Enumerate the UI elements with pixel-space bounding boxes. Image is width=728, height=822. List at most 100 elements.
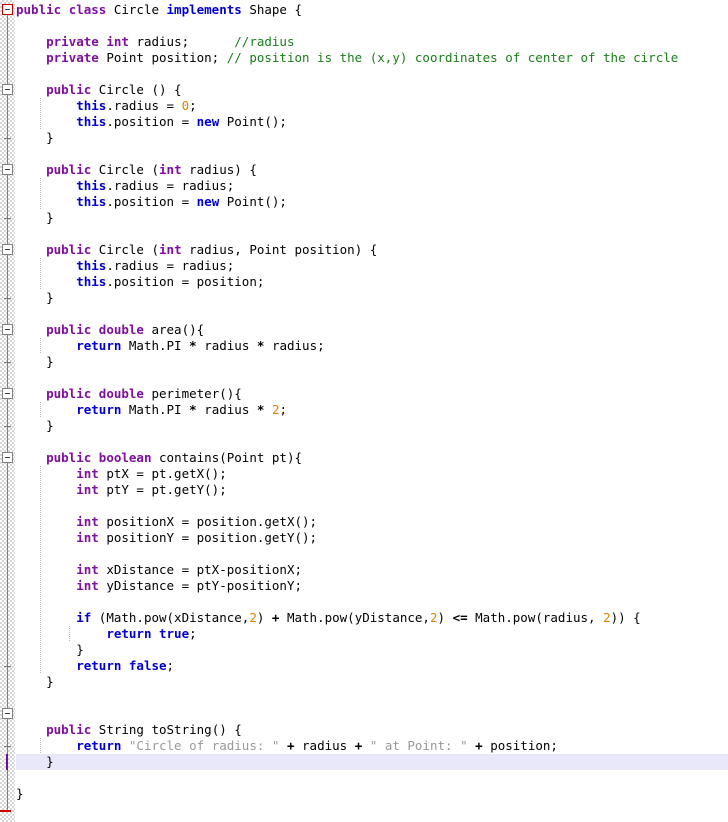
code-line[interactable]: } bbox=[16, 674, 54, 690]
code-token: Shape { bbox=[249, 2, 303, 17]
code-line[interactable]: return true; bbox=[16, 626, 197, 642]
code-line[interactable]: this.radius = 0; bbox=[16, 98, 196, 114]
fold-region-end-marker[interactable] bbox=[4, 138, 11, 139]
code-line[interactable]: int xDistance = ptX-positionX; bbox=[16, 562, 302, 578]
code-line[interactable]: public boolean contains(Point pt){ bbox=[16, 450, 302, 466]
code-token: radius; bbox=[271, 338, 325, 353]
code-line[interactable]: public Circle (int radius, Point positio… bbox=[16, 242, 377, 258]
code-token: <= bbox=[452, 610, 476, 625]
code-token: position; bbox=[490, 738, 558, 753]
code-line[interactable]: } bbox=[16, 754, 54, 770]
fold-region-end-marker[interactable] bbox=[4, 746, 11, 747]
code-token: } bbox=[16, 354, 54, 369]
code-token: ; bbox=[189, 626, 197, 641]
fold-toggle-icon[interactable] bbox=[2, 388, 13, 399]
code-line[interactable]: public String toString() { bbox=[16, 722, 242, 738]
code-token: (Math.pow(xDistance, bbox=[98, 610, 250, 625]
code-token: radius; bbox=[136, 34, 235, 49]
code-token: + bbox=[271, 610, 287, 625]
code-line[interactable]: public class Circle implements Shape { bbox=[16, 2, 302, 18]
code-line[interactable]: int ptY = pt.getY(); bbox=[16, 482, 227, 498]
fold-toggle-icon[interactable] bbox=[2, 244, 13, 255]
code-token: // position is the (x,y) coordinates of … bbox=[226, 50, 679, 65]
code-token: + bbox=[475, 738, 491, 753]
fold-toggle-icon[interactable] bbox=[2, 708, 13, 719]
code-token: radius bbox=[204, 402, 257, 417]
fold-region-end-marker[interactable] bbox=[4, 426, 11, 427]
code-token: return bbox=[76, 402, 129, 417]
code-line[interactable]: this.position = new Point(); bbox=[16, 194, 287, 210]
code-line[interactable]: } bbox=[16, 210, 54, 226]
code-token: radius, Point position) { bbox=[189, 242, 378, 257]
code-line[interactable]: int yDistance = ptY-positionY; bbox=[16, 578, 302, 594]
code-token: } bbox=[16, 130, 54, 145]
code-token: Math.pow(radius, bbox=[475, 610, 604, 625]
code-line[interactable]: this.radius = radius; bbox=[16, 258, 234, 274]
code-token: public bbox=[46, 722, 99, 737]
fold-region-end-marker[interactable] bbox=[4, 218, 11, 219]
code-token: double bbox=[98, 386, 152, 401]
code-token: public bbox=[46, 386, 99, 401]
code-token: } bbox=[16, 290, 54, 305]
fold-toggle-root-icon[interactable] bbox=[2, 4, 13, 15]
code-line[interactable]: this.radius = radius; bbox=[16, 178, 234, 194]
code-token: //radius bbox=[234, 34, 295, 49]
code-line[interactable]: int ptX = pt.getX(); bbox=[16, 466, 227, 482]
code-line[interactable]: this.position = new Point(); bbox=[16, 114, 287, 130]
code-line[interactable]: int positionX = position.getX(); bbox=[16, 514, 317, 530]
code-line[interactable]: private Point position; // position is t… bbox=[16, 50, 678, 66]
code-token: int bbox=[106, 34, 137, 49]
fold-toggle-icon[interactable] bbox=[2, 84, 13, 95]
code-line[interactable]: return false; bbox=[16, 658, 174, 674]
code-token: Circle () { bbox=[98, 82, 182, 97]
code-line[interactable]: public Circle (int radius) { bbox=[16, 162, 257, 178]
code-token: 0 bbox=[181, 98, 190, 113]
code-line[interactable]: public Circle () { bbox=[16, 82, 182, 98]
code-line[interactable]: return Math.PI * radius * 2; bbox=[16, 402, 287, 418]
code-line[interactable]: public double perimeter(){ bbox=[16, 386, 242, 402]
code-line[interactable]: private int radius; //radius bbox=[16, 34, 295, 50]
code-token: } bbox=[16, 754, 54, 769]
code-line[interactable]: } bbox=[16, 418, 54, 434]
code-token: ptX = pt.getX(); bbox=[106, 466, 227, 481]
fold-region-end-marker[interactable] bbox=[4, 362, 11, 363]
code-line[interactable]: int positionY = position.getY(); bbox=[16, 530, 317, 546]
code-token: public bbox=[46, 450, 99, 465]
code-token: int bbox=[76, 514, 107, 529]
code-line[interactable]: } bbox=[16, 642, 84, 658]
code-token: } bbox=[16, 642, 84, 657]
fold-region-end-marker[interactable] bbox=[4, 666, 11, 667]
code-line[interactable]: } bbox=[16, 354, 54, 370]
code-line[interactable]: } bbox=[16, 290, 54, 306]
code-token: positionX = position.getX(); bbox=[106, 514, 318, 529]
fold-toggle-icon[interactable] bbox=[2, 452, 13, 463]
code-token: public bbox=[46, 242, 99, 257]
code-editor[interactable]: public class Circle implements Shape { p… bbox=[0, 0, 728, 822]
code-line[interactable]: return "Circle of radius: " + radius + "… bbox=[16, 738, 558, 754]
code-token: this bbox=[76, 114, 107, 129]
fold-toggle-icon[interactable] bbox=[2, 324, 13, 335]
code-token: )) { bbox=[610, 610, 641, 625]
code-line[interactable]: } bbox=[16, 786, 24, 802]
code-line[interactable]: } bbox=[16, 130, 54, 146]
code-line[interactable]: return Math.PI * radius * radius; bbox=[16, 338, 325, 354]
code-token: int bbox=[76, 530, 107, 545]
fold-region-end-marker[interactable] bbox=[4, 298, 11, 299]
code-folding-gutter[interactable] bbox=[0, 0, 16, 822]
code-line[interactable]: if (Math.pow(xDistance,2) + Math.pow(yDi… bbox=[16, 610, 641, 626]
code-text-area[interactable]: public class Circle implements Shape { p… bbox=[6, 0, 728, 822]
fold-region-end-marker-root[interactable] bbox=[0, 810, 11, 812]
code-line[interactable]: public double area(){ bbox=[16, 322, 204, 338]
code-line[interactable]: this.position = position; bbox=[16, 274, 264, 290]
fold-toggle-icon[interactable] bbox=[2, 164, 13, 175]
